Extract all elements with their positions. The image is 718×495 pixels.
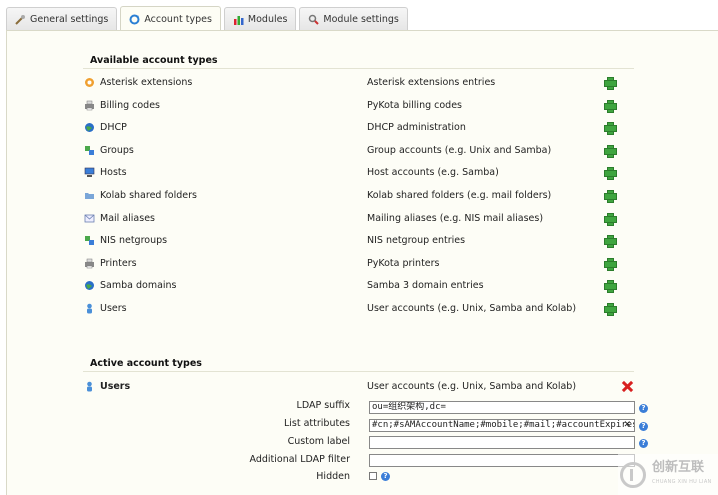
watermark-title: 创新互联 [652,459,705,475]
available-type-name: Printers [100,257,137,269]
tab-account-types-label: Account types [144,13,212,25]
available-type-row: Mail aliases Mailing aliases (e.g. NIS ma… [82,210,642,228]
custom-label-label: Custom label [287,436,350,447]
tab-general-settings[interactable]: General settings [6,7,118,30]
group-icon [84,235,95,246]
available-type-description: Asterisk extensions entries [367,77,496,88]
tab-module-settings[interactable]: Module settings [299,7,408,30]
help-icon[interactable]: ? [639,404,648,413]
available-type-name: Users [100,303,127,314]
watermark-logo: 创新互联 CHUANG XIN HU LIAN [618,454,718,495]
add-type-icon[interactable] [604,99,617,113]
watermark-subtitle: CHUANG XIN HU LIAN [652,478,712,485]
available-type-row: DHCP DHCP administration [82,119,642,137]
tools-icon [15,14,26,25]
add-type-icon[interactable] [604,212,617,226]
computer-icon [84,167,95,178]
clear-icon[interactable]: ✕ [623,420,631,431]
user-icon [84,303,95,314]
add-type-icon[interactable] [604,280,617,294]
hidden-label: Hidden [316,471,350,482]
help-icon[interactable]: ? [639,422,648,431]
help-icon[interactable]: ? [639,439,648,448]
active-type-description: User accounts (e.g. Unix, Samba and Kola… [367,381,577,392]
hidden-checkbox[interactable] [369,472,377,480]
tab-account-types[interactable]: Account types [120,6,221,31]
available-type-name: Samba domains [100,280,177,292]
ldap-suffix-label: LDAP suffix [296,400,350,411]
custom-label-input[interactable] [369,436,635,449]
brand-logo-icon [620,461,646,488]
help-icon[interactable]: ? [381,472,390,481]
add-type-icon[interactable] [604,257,617,271]
tab-modules-label: Modules [247,13,288,25]
available-type-row: Hosts Host accounts (e.g. Samba) [82,164,642,182]
available-type-row: Printers PyKota printers [82,255,642,273]
active-types-heading: Active account types [83,356,634,372]
globe-icon [84,122,95,133]
printer-icon [84,100,95,111]
available-type-description: DHCP administration [367,122,466,134]
available-type-description: Samba 3 domain entries [367,280,484,292]
available-type-description: NIS netgroup entries [367,235,466,247]
available-type-row: Groups Group accounts (e.g. Unix and Samb… [82,142,642,160]
list-attributes-input[interactable]: #cn;#sAMAccountName;#mobile;#mail;#accou… [369,419,635,432]
available-type-row: Kolab shared folders Kolab shared folders… [82,187,642,205]
available-type-description: User accounts (e.g. Unix, Samba and Kola… [367,303,577,314]
available-types-heading: Available account types [83,53,634,69]
available-type-name: Hosts [100,167,127,179]
additional-ldap-filter-input[interactable] [369,454,635,467]
available-type-name: DHCP [100,122,127,134]
available-type-name: Asterisk extensions [100,77,193,88]
ldap-suffix-input[interactable]: ou=组织架构,dc= [369,401,635,414]
available-type-description: Host accounts (e.g. Samba) [367,167,499,179]
available-type-description: Group accounts (e.g. Unix and Samba) [367,144,552,156]
tab-general-settings-label: General settings [30,13,109,25]
mail-icon [84,213,95,224]
available-type-row: Billing codes PyKota billing codes [82,97,642,115]
available-type-name: Billing codes [100,99,161,111]
available-type-name: Mail aliases [100,212,155,224]
available-type-name: Kolab shared folders [100,190,197,201]
list-attributes-label: List attributes [283,418,350,429]
active-type-row-users: Users User accounts (e.g. Unix, Samba an… [82,378,642,396]
available-type-row: Users User accounts (e.g. Unix, Samba and… [82,300,642,318]
refresh-icon [129,14,140,25]
group-icon [84,145,95,156]
add-type-icon[interactable] [604,122,617,136]
add-type-icon[interactable] [604,235,617,249]
search-gear-icon [308,14,320,25]
delete-type-icon[interactable] [622,381,633,392]
tab-bar: General settings Account types Modules M… [6,6,411,31]
chart-icon [233,14,244,25]
active-type-name: Users [100,381,131,392]
asterisk-icon [84,77,95,88]
tab-modules[interactable]: Modules [223,7,297,30]
additional-ldap-filter-label: Additional LDAP filter [249,454,351,465]
folder-icon [84,190,95,201]
available-type-name: Groups [100,144,134,156]
available-type-row: Samba domains Samba 3 domain entries [82,277,642,295]
available-type-row: NIS netgroups NIS netgroup entries [82,232,642,250]
available-type-description: Mailing aliases (e.g. NIS mail aliases) [367,212,544,224]
available-type-description: PyKota printers [367,257,440,269]
available-type-row: Asterisk extensions Asterisk extensions e… [82,74,642,92]
user-icon [84,381,95,392]
tab-module-settings-label: Module settings [323,13,399,25]
add-type-icon[interactable] [604,303,617,316]
available-type-description: PyKota billing codes [367,99,463,111]
add-type-icon[interactable] [604,190,617,203]
add-type-icon[interactable] [604,167,617,181]
printer-icon [84,258,95,269]
available-type-name: NIS netgroups [100,235,168,247]
globe-icon [84,280,95,291]
add-type-icon[interactable] [604,144,617,158]
add-type-icon[interactable] [604,77,617,90]
available-type-description: Kolab shared folders (e.g. mail folders) [367,190,552,201]
